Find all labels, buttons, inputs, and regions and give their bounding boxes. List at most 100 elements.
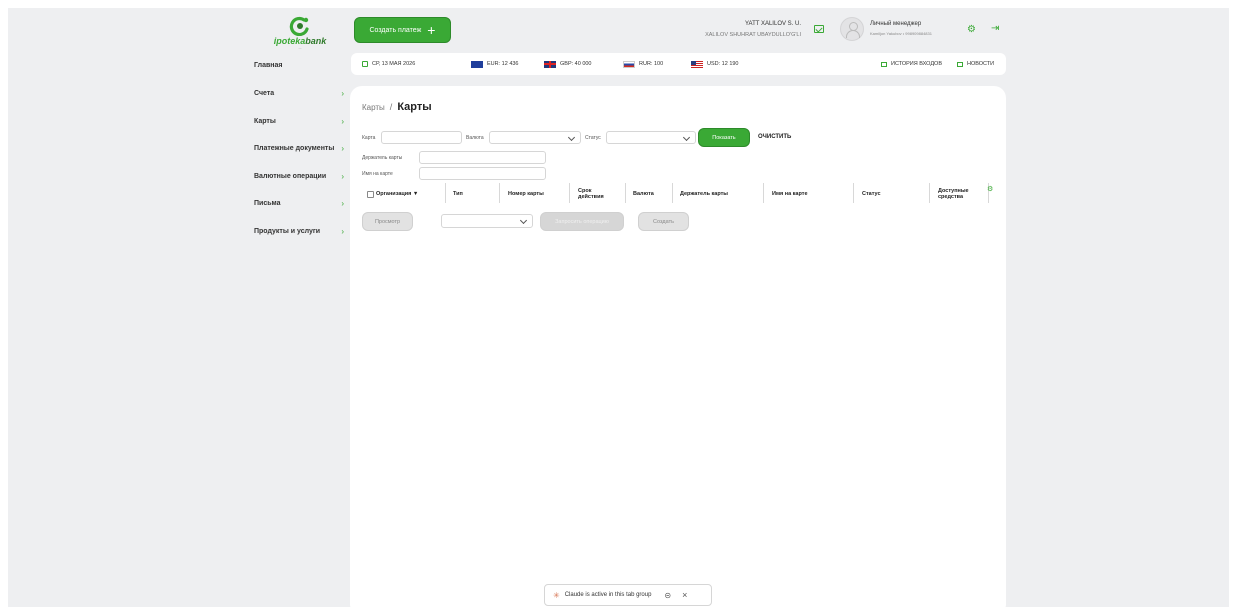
column-expiry[interactable]: Срок действия	[578, 183, 614, 205]
rate-usd-text: USD: 12 190	[707, 61, 739, 67]
currency-select[interactable]	[489, 131, 581, 144]
uk-flag-icon	[544, 60, 556, 68]
settings-gear-icon[interactable]: ⚙	[967, 25, 976, 35]
sidebar-item-label: Платежные документы	[254, 144, 335, 152]
sidebar-item-payment-documents[interactable]: Платежные документы ›	[254, 142, 344, 154]
operation-select[interactable]	[441, 214, 533, 228]
sidebar-item-label: Карты	[254, 117, 276, 125]
breadcrumb: Карты / Карты	[362, 101, 432, 113]
app-window: ipotekabank — Создать платеж + YATT XALI…	[8, 8, 1229, 607]
holder-input[interactable]	[419, 151, 546, 164]
sidebar-item-accounts[interactable]: Счета ›	[254, 87, 344, 99]
current-date: СР, 13 МАЯ 2026	[362, 53, 415, 75]
chat-icon[interactable]: ⊝	[664, 591, 671, 600]
breadcrumb-parent[interactable]: Карты	[362, 103, 385, 112]
logo-subtitle: —	[298, 46, 302, 50]
claude-status-text: Claude is active in this tab group	[564, 592, 652, 598]
news-link[interactable]: НОВОСТИ	[957, 53, 994, 75]
column-name-on-card[interactable]: Имя на карте	[772, 183, 808, 205]
news-label: НОВОСТИ	[967, 61, 995, 67]
sidebar-item-products[interactable]: Продукты и услуги ›	[254, 225, 344, 237]
mail-icon[interactable]	[814, 25, 824, 33]
status-select[interactable]	[606, 131, 696, 144]
sidebar-item-currency-operations[interactable]: Валютные операции ›	[254, 170, 344, 182]
column-divider	[672, 183, 673, 203]
logout-icon[interactable]: ⇥	[991, 24, 999, 34]
rates-bar: СР, 13 МАЯ 2026 EUR: 12 436 GBP: 40 000 …	[351, 53, 1006, 75]
chevron-right-icon: ›	[341, 171, 344, 181]
sidebar-item-label: Продукты и услуги	[254, 227, 321, 235]
manager-contact: Kamiljon Yakubov • 998909884831	[870, 31, 932, 36]
view-button[interactable]: Просмотр	[362, 212, 413, 231]
clear-button[interactable]: ОЧИСТИТЬ	[758, 134, 791, 140]
currency-filter-label: Валюта	[466, 135, 484, 141]
manager-avatar[interactable]	[840, 17, 864, 41]
sidebar-item-label: Счета	[254, 89, 275, 97]
logo[interactable]: ipotekabank —	[270, 16, 330, 56]
breadcrumb-separator: /	[389, 102, 393, 112]
chevron-down-icon	[567, 133, 576, 142]
russia-flag-icon	[623, 60, 635, 68]
create-button[interactable]: Создать	[638, 212, 689, 231]
column-label: Организация ▼	[376, 191, 419, 197]
column-status[interactable]: Статус	[862, 183, 881, 205]
date-text: СР, 13 МАЯ 2026	[372, 61, 416, 67]
column-divider	[445, 183, 446, 203]
column-divider	[929, 183, 930, 203]
rate-rur-text: RUR: 100	[639, 61, 664, 67]
chevron-down-icon	[682, 133, 691, 142]
news-icon	[957, 61, 963, 67]
sidebar-item-cards[interactable]: Карты ›	[254, 115, 344, 127]
rate-gbp: GBP: 40 000	[544, 53, 592, 75]
column-type[interactable]: Тип	[453, 183, 463, 205]
claude-tab-group-bar: ✳ Claude is active in this tab group ⊝ ×	[544, 584, 712, 606]
user-organization: XALILOV SHUHRAT UBAYDULLO'G'LI	[705, 32, 801, 38]
close-icon[interactable]: ×	[682, 590, 687, 600]
column-card-number[interactable]: Номер карты	[508, 183, 544, 205]
rate-usd: USD: 12 190	[691, 53, 739, 75]
sidebar-item-label: Валютные операции	[254, 172, 327, 180]
login-history-label: ИСТОРИЯ ВХОДОВ	[891, 61, 942, 67]
request-operation-button[interactable]: Запросить операцию	[540, 212, 624, 231]
column-divider	[625, 183, 626, 203]
chevron-right-icon: ›	[341, 198, 344, 208]
eu-flag-icon	[471, 60, 483, 68]
name-on-card-filter-label: Имя на карте	[362, 171, 393, 177]
column-divider	[569, 183, 570, 203]
card-input[interactable]	[381, 131, 462, 144]
column-currency[interactable]: Валюта	[633, 183, 654, 205]
sidebar-item-label: Письма	[254, 199, 281, 207]
sidebar-item-letters[interactable]: Письма ›	[254, 197, 344, 209]
monitor-icon	[881, 61, 887, 67]
create-payment-label: Создать платеж	[369, 26, 422, 34]
logo-text: ipotekabank	[273, 36, 327, 46]
select-all-checkbox[interactable]	[367, 190, 374, 198]
column-divider	[499, 183, 500, 203]
page-title: Карты	[397, 101, 432, 113]
column-divider	[763, 183, 764, 203]
chevron-right-icon: ›	[341, 143, 344, 153]
usa-flag-icon	[691, 60, 703, 68]
chevron-down-icon	[519, 216, 528, 225]
user-info: YATT XALILOV S. U. XALILOV SHUHRAT UBAYD…	[684, 19, 801, 41]
login-history-link[interactable]: ИСТОРИЯ ВХОДОВ	[881, 53, 942, 75]
personal-manager[interactable]: Личный менеджер Kamiljon Yakubov • 99890…	[870, 19, 932, 39]
show-button[interactable]: Показать	[698, 128, 750, 147]
rate-eur-text: EUR: 12 436	[487, 61, 519, 67]
name-on-card-input[interactable]	[419, 167, 546, 180]
chevron-right-icon: ›	[341, 116, 344, 126]
plus-icon: +	[427, 22, 436, 38]
column-available-funds[interactable]: Доступные средства	[938, 183, 982, 205]
holder-filter-label: Держатель карты	[362, 155, 403, 161]
column-settings-gear-icon[interactable]: ⚙	[987, 185, 993, 193]
column-card-holder[interactable]: Держатель карты	[680, 183, 728, 205]
chevron-right-icon: ›	[341, 88, 344, 98]
calendar-icon	[362, 61, 368, 67]
status-filter-label: Статус	[585, 135, 601, 141]
rate-rur: RUR: 100	[623, 53, 663, 75]
main-panel: Карты / Карты Карта Валюта Статус Показа…	[350, 86, 1006, 607]
column-organization[interactable]: Организация ▼	[367, 183, 418, 205]
create-payment-button[interactable]: Создать платеж +	[354, 17, 451, 43]
card-filter-label: Карта	[362, 135, 376, 141]
sidebar-item-home[interactable]: Главная	[254, 59, 344, 71]
